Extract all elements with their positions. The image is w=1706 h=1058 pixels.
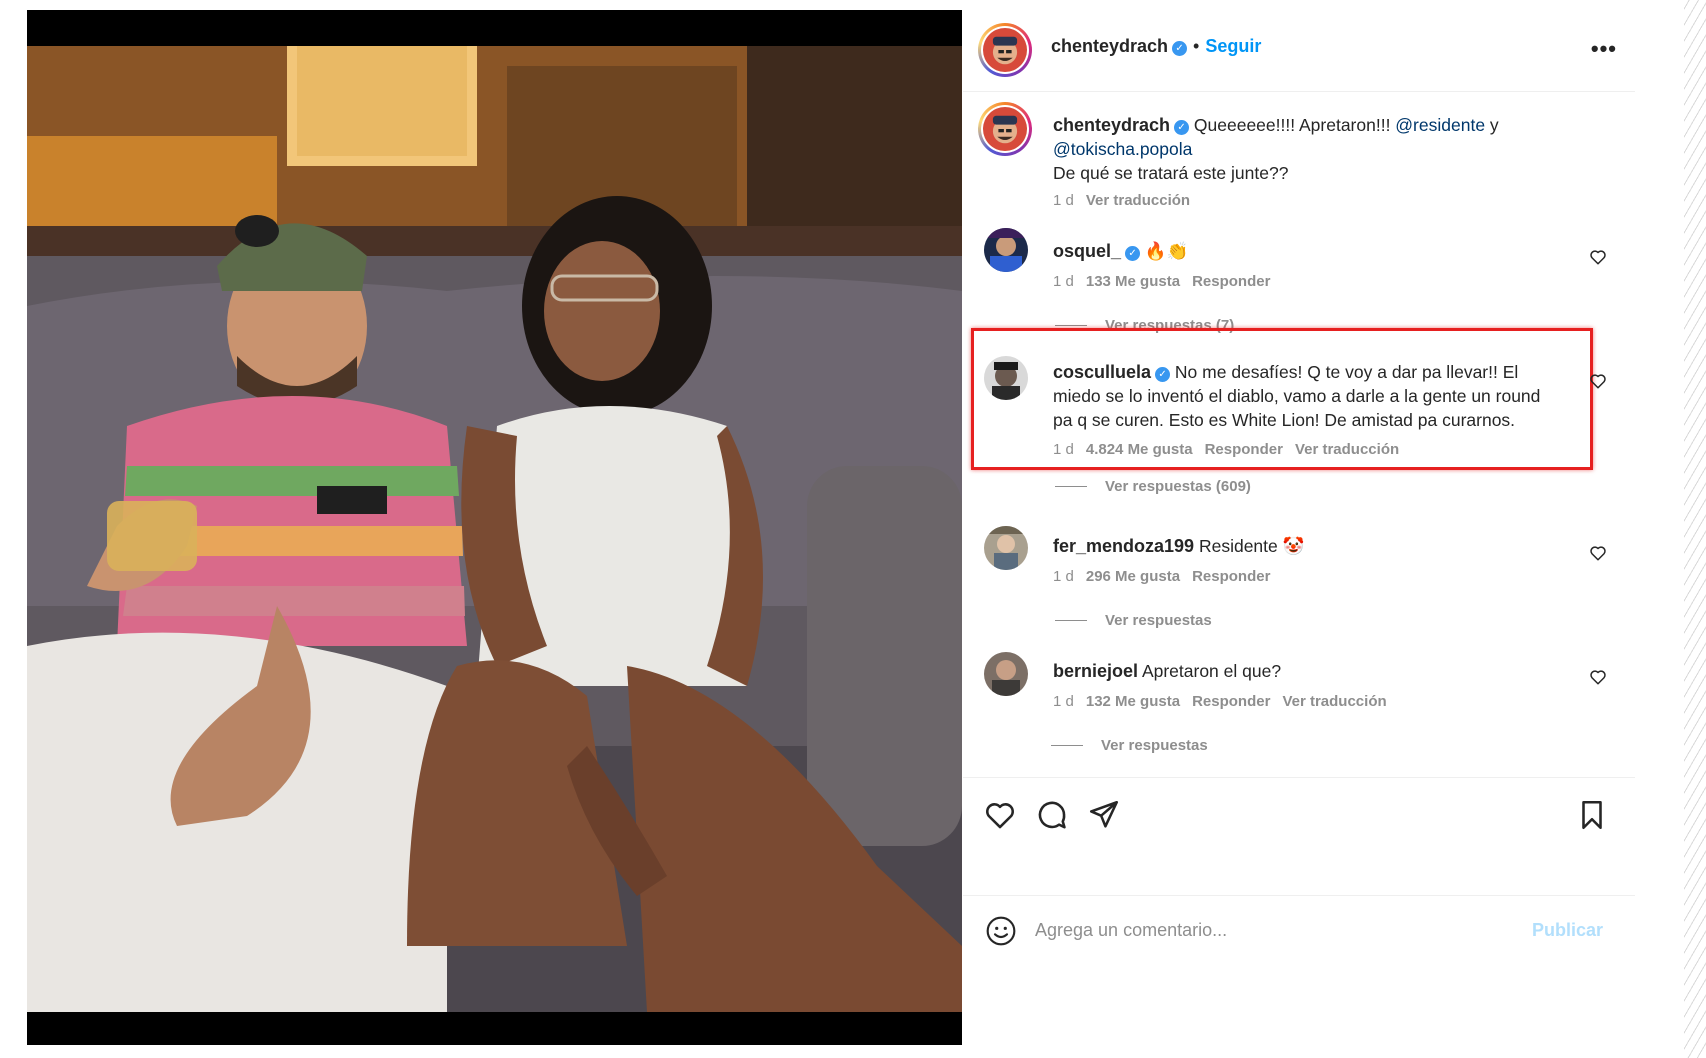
comment-meta: 1 d 133 Me gusta Responder — [1053, 273, 1282, 290]
mention-link[interactable]: @tokischa.popola — [1053, 139, 1192, 159]
add-comment-bar: Agrega un comentario... Publicar — [963, 900, 1635, 960]
emoji-icon[interactable] — [985, 915, 1017, 947]
reply-button[interactable]: Responder — [1192, 693, 1270, 710]
commenter-avatar[interactable] — [984, 356, 1028, 400]
caption-body: De qué se tratará este junte?? — [1053, 163, 1289, 183]
caption-body: y — [1485, 115, 1499, 135]
verified-badge-icon: ✓ — [1155, 367, 1171, 382]
comment-username[interactable]: cosculluela — [1053, 362, 1151, 382]
timestamp: 1 d — [1053, 568, 1074, 585]
view-replies-link[interactable]: Ver respuestas — [1051, 737, 1208, 754]
view-replies-link[interactable]: Ver respuestas — [1055, 612, 1212, 629]
caption-username[interactable]: chenteydrach — [1053, 115, 1170, 135]
heart-icon[interactable] — [983, 798, 1017, 832]
reply-button[interactable]: Responder — [1192, 568, 1270, 585]
avatar-image — [983, 107, 1027, 151]
avatar-image — [984, 228, 1028, 272]
comment-text: osquel_ ✓ 🔥👏 — [1053, 239, 1553, 263]
post-photo[interactable] — [27, 10, 962, 1045]
comment-meta: 1 d 132 Me gusta Responder Ver traducción — [1053, 693, 1399, 710]
reply-button[interactable]: Responder — [1205, 441, 1283, 458]
timestamp: 1 d — [1053, 192, 1074, 209]
comment-body: Residente 🤡 — [1198, 536, 1305, 556]
translate-link[interactable]: Ver traducción — [1295, 441, 1399, 458]
author-avatar[interactable] — [978, 23, 1032, 77]
send-icon[interactable] — [1087, 798, 1121, 832]
comment-text: berniejoel Apretaron el que? — [1053, 659, 1553, 683]
avatar-image — [984, 652, 1028, 696]
comment-text: fer_mendoza199 Residente 🤡 — [1053, 534, 1553, 558]
comment-icon[interactable] — [1035, 798, 1069, 832]
edge-decoration — [1684, 0, 1706, 1058]
post-header: chenteydrach ✓ • Seguir ••• — [963, 10, 1635, 92]
divider — [963, 777, 1635, 778]
commenter-avatar[interactable] — [984, 228, 1028, 272]
caption-body: Queeeeee!!!! Apretaron!!! — [1189, 115, 1396, 135]
comment-username[interactable]: osquel_ — [1053, 241, 1121, 261]
comment-like-icon[interactable] — [1589, 248, 1607, 266]
commenter-avatar[interactable] — [984, 526, 1028, 570]
verified-badge-icon: ✓ — [1172, 41, 1188, 56]
follow-button[interactable]: Seguir — [1205, 36, 1261, 56]
bookmark-icon[interactable] — [1575, 798, 1609, 832]
likes-count[interactable]: 132 Me gusta — [1086, 693, 1180, 710]
likes-count[interactable]: 4.824 Me gusta — [1086, 441, 1193, 458]
comment-item: osquel_ ✓ 🔥👏 1 d 133 Me gusta Responder Ver… — [963, 228, 1635, 334]
view-replies-label: Ver respuestas — [1101, 737, 1208, 754]
comment-username[interactable]: berniejoel — [1053, 661, 1138, 681]
verified-badge-icon: ✓ — [1125, 246, 1141, 261]
comment-like-icon[interactable] — [1589, 668, 1607, 686]
comment-meta: 1 d 296 Me gusta Responder — [1053, 568, 1282, 585]
action-bar — [963, 780, 1635, 850]
separator-dot: • — [1193, 36, 1200, 56]
divider — [963, 895, 1635, 896]
avatar-image — [983, 28, 1027, 72]
view-replies-label: Ver respuestas (609) — [1105, 478, 1251, 495]
comment-body: 🔥👏 — [1144, 241, 1189, 261]
comment-item: berniejoel Apretaron el que? 1 d 132 Me g… — [963, 648, 1635, 754]
comment-like-icon[interactable] — [1589, 372, 1607, 390]
mention-link[interactable]: @residente — [1395, 115, 1485, 135]
timestamp: 1 d — [1053, 441, 1074, 458]
view-replies-link[interactable]: Ver respuestas (609) — [1055, 478, 1251, 495]
comment-body: Apretaron el que? — [1141, 661, 1282, 681]
translate-link[interactable]: Ver traducción — [1282, 693, 1386, 710]
comment-like-icon[interactable] — [1589, 544, 1607, 562]
post-panel: chenteydrach ✓ • Seguir ••• chenteydrach… — [963, 10, 1635, 1045]
timestamp: 1 d — [1053, 693, 1074, 710]
comment-item: cosculluela ✓ No me desafíes! Q te voy a … — [963, 350, 1635, 470]
comment-meta: 1 d 4.824 Me gusta Responder Ver traducción — [1053, 441, 1411, 458]
timestamp: 1 d — [1053, 273, 1074, 290]
caption-meta: 1 d Ver traducción — [1053, 192, 1202, 209]
comment-item: fer_mendoza199 Residente 🤡 1 d 296 Me gus… — [963, 522, 1635, 629]
avatar-image — [984, 526, 1028, 570]
more-options-icon[interactable]: ••• — [1591, 36, 1617, 62]
photo-illustration — [27, 46, 962, 1012]
comment-text: cosculluela ✓ No me desafíes! Q te voy a … — [1053, 360, 1553, 432]
caption-text: chenteydrach ✓ Queeeeee!!!! Apretaron!!! … — [1053, 113, 1553, 185]
likes-count[interactable]: 133 Me gusta — [1086, 273, 1180, 290]
comment-input[interactable]: Agrega un comentario... — [1035, 920, 1227, 941]
comment-username[interactable]: fer_mendoza199 — [1053, 536, 1194, 556]
likes-count[interactable]: 296 Me gusta — [1086, 568, 1180, 585]
publish-button[interactable]: Publicar — [1532, 920, 1603, 941]
author-username[interactable]: chenteydrach — [1051, 36, 1168, 56]
caption-avatar[interactable] — [978, 102, 1032, 156]
avatar-image — [984, 356, 1028, 400]
view-replies-label: Ver respuestas — [1105, 612, 1212, 629]
commenter-avatar[interactable] — [984, 652, 1028, 696]
verified-badge-icon: ✓ — [1174, 120, 1190, 135]
photo-scene — [27, 46, 962, 1012]
translate-link[interactable]: Ver traducción — [1086, 192, 1190, 209]
reply-button[interactable]: Responder — [1192, 273, 1270, 290]
post-caption: chenteydrach ✓ Queeeeee!!!! Apretaron!!! … — [963, 102, 1635, 212]
